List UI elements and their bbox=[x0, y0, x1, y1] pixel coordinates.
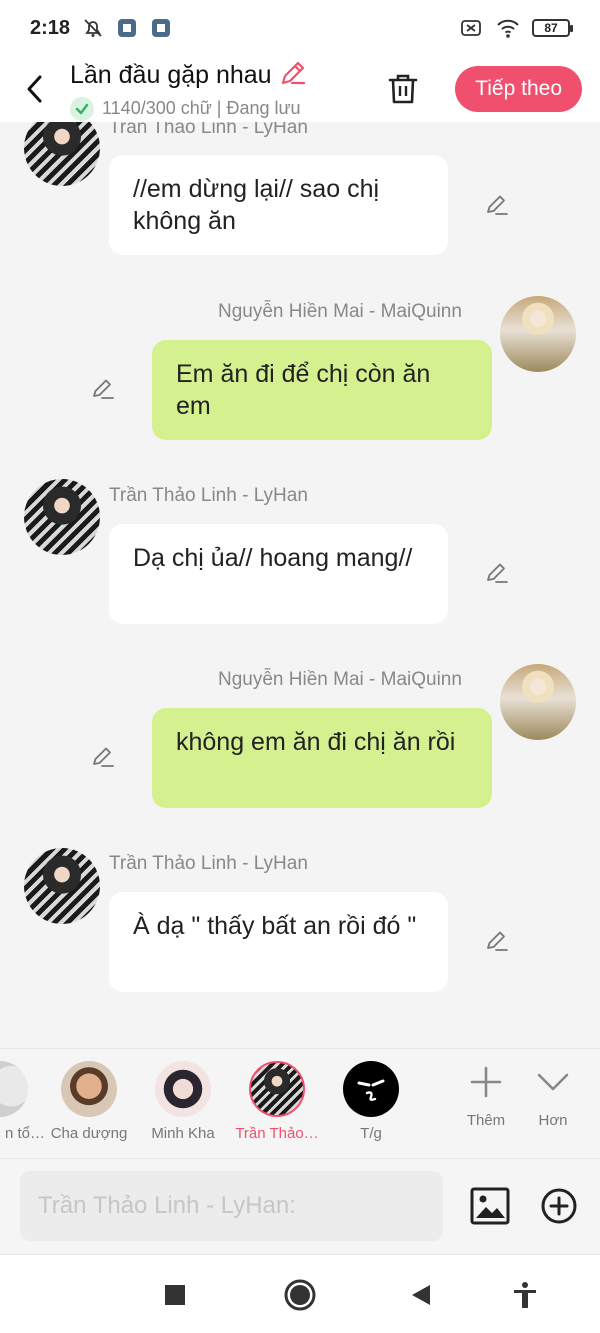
message-speaker: Trần Thảo Linh - LyHan bbox=[109, 853, 308, 874]
character-name: Minh Kha bbox=[151, 1125, 215, 1142]
accessibility-button[interactable] bbox=[507, 1277, 543, 1313]
character-name: n tổ… bbox=[4, 1125, 45, 1142]
edit-message-icon[interactable] bbox=[482, 190, 512, 220]
sim-off-icon bbox=[460, 17, 482, 39]
add-character-button[interactable]: Thêm bbox=[451, 1065, 521, 1129]
trash-icon bbox=[388, 74, 418, 104]
back-nav-button[interactable] bbox=[403, 1277, 439, 1313]
character-item-selected[interactable]: Trần Thảo… bbox=[232, 1061, 322, 1142]
delete-button[interactable] bbox=[381, 67, 425, 111]
edit-title-icon[interactable] bbox=[278, 58, 308, 93]
character-avatar bbox=[61, 1061, 117, 1117]
add-label: Thêm bbox=[466, 1112, 506, 1129]
edit-message-icon[interactable] bbox=[88, 742, 118, 772]
system-nav-bar bbox=[0, 1254, 600, 1333]
image-button[interactable] bbox=[468, 1184, 512, 1228]
more-button[interactable]: Hơn bbox=[518, 1065, 588, 1129]
avatar[interactable] bbox=[500, 296, 576, 372]
character-name: Trần Thảo… bbox=[235, 1125, 319, 1142]
bell-off-icon bbox=[82, 17, 104, 39]
message-bubble[interactable]: //em dừng lại// sao chị không ăn bbox=[109, 155, 448, 255]
character-avatar bbox=[249, 1061, 305, 1117]
back-button[interactable] bbox=[0, 56, 70, 122]
editor-header: Lần đầu gặp nhau 1140/300 chữ | Đang lưu… bbox=[0, 56, 600, 122]
plus-circle-icon bbox=[541, 1188, 577, 1224]
edit-message-icon[interactable] bbox=[482, 926, 512, 956]
character-item[interactable]: Cha dượng bbox=[44, 1061, 134, 1142]
chat-area[interactable]: Trần Thảo Linh - LyHan //em dừng lại// s… bbox=[0, 122, 600, 1048]
message-bubble[interactable]: À dạ " thấy bất an rồi đó " bbox=[109, 892, 448, 992]
character-selector: n tổ… Cha dượng Minh Kha Trần Thảo… T/g … bbox=[0, 1048, 600, 1158]
check-icon bbox=[70, 96, 94, 121]
add-button[interactable] bbox=[537, 1184, 581, 1228]
avatar[interactable] bbox=[24, 479, 100, 555]
image-icon bbox=[470, 1187, 510, 1225]
message-speaker: Trần Thảo Linh - LyHan bbox=[109, 122, 308, 138]
message-bubble[interactable]: Em ăn đi để chị còn ăn em bbox=[152, 340, 492, 440]
more-label: Hơn bbox=[538, 1112, 568, 1129]
character-item[interactable]: Minh Kha bbox=[138, 1061, 228, 1142]
character-name: Cha dượng bbox=[50, 1125, 128, 1142]
character-name: T/g bbox=[360, 1125, 382, 1142]
circle-icon bbox=[284, 1279, 316, 1311]
avatar[interactable] bbox=[500, 664, 576, 740]
accessibility-icon bbox=[514, 1282, 536, 1308]
message-speaker: Nguyễn Hiền Mai - MaiQuinn bbox=[218, 301, 462, 322]
title-block: Lần đầu gặp nhau 1140/300 chữ | Đang lưu bbox=[70, 58, 381, 121]
app-notification-icon bbox=[150, 17, 172, 39]
character-item[interactable]: T/g bbox=[326, 1061, 416, 1142]
author-face-icon bbox=[357, 1079, 385, 1101]
character-avatar bbox=[0, 1061, 28, 1117]
wifi-icon bbox=[496, 17, 519, 39]
message-input[interactable] bbox=[20, 1171, 443, 1241]
next-button[interactable]: Tiếp theo bbox=[455, 66, 582, 112]
edit-message-icon[interactable] bbox=[482, 558, 512, 588]
message-speaker: Nguyễn Hiền Mai - MaiQuinn bbox=[218, 669, 462, 690]
avatar[interactable] bbox=[24, 122, 100, 186]
triangle-left-icon bbox=[412, 1285, 430, 1305]
chevron-left-icon bbox=[27, 75, 42, 103]
plus-icon bbox=[470, 1066, 502, 1098]
character-avatar bbox=[155, 1061, 211, 1117]
recents-button[interactable] bbox=[157, 1277, 193, 1313]
status-bar: 2:18 87 bbox=[0, 0, 600, 56]
battery-indicator: 87 bbox=[532, 19, 573, 37]
avatar[interactable] bbox=[24, 848, 100, 924]
square-icon bbox=[165, 1285, 185, 1305]
story-title: Lần đầu gặp nhau bbox=[70, 60, 272, 89]
composer bbox=[0, 1158, 600, 1254]
chevron-down-icon bbox=[537, 1073, 569, 1091]
word-count-status: 1140/300 chữ | Đang lưu bbox=[102, 98, 301, 118]
message-bubble[interactable]: Dạ chị ủa// hoang mang// bbox=[109, 524, 448, 624]
app-notification-icon bbox=[116, 17, 138, 39]
status-time: 2:18 bbox=[30, 16, 71, 39]
edit-message-icon[interactable] bbox=[88, 374, 118, 404]
character-avatar bbox=[343, 1061, 399, 1117]
message-speaker: Trần Thảo Linh - LyHan bbox=[109, 485, 308, 506]
message-bubble[interactable]: không em ăn đi chị ăn rồi bbox=[152, 708, 492, 808]
home-button[interactable] bbox=[282, 1277, 318, 1313]
character-item[interactable]: n tổ… bbox=[0, 1061, 45, 1142]
